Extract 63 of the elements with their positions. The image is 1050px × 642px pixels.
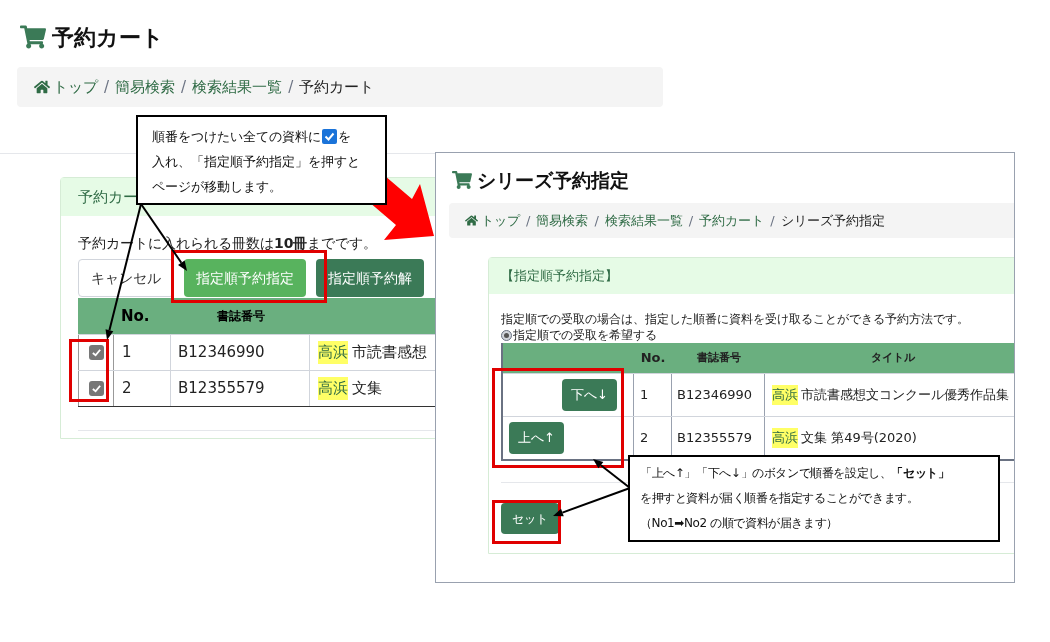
highlight-frame: [492, 500, 561, 544]
breadcrumb-item: シリーズ予約指定: [780, 211, 885, 230]
card-header: 【指定順予約指定】: [489, 258, 1014, 294]
breadcrumb-separator: /: [526, 211, 531, 230]
callout-text: を押すと資料が届く順番を指定することができます。: [640, 490, 919, 507]
row-checkbox[interactable]: [88, 381, 104, 396]
column-header: 書誌番号: [215, 308, 266, 325]
row-checkbox[interactable]: [88, 345, 104, 360]
description-text: 指定順での受取の場合は、指定した順番に資料を受け取ることができる予約方法です。: [501, 311, 970, 327]
breadcrumb-item: 予約カート: [299, 76, 375, 98]
set-button[interactable]: セット: [501, 503, 559, 534]
breadcrumb-item[interactable]: 簡易検索: [115, 75, 176, 99]
radio-label: 指定順での受取を希望する: [513, 327, 657, 344]
table-cell: B12346990: [171, 335, 310, 370]
callout-text: 入れ、「指定順予約指定」を押すと: [152, 153, 360, 171]
checkmark-icon: [90, 347, 102, 358]
cart-icon: [20, 24, 46, 50]
breadcrumb-item[interactable]: 予約カート: [699, 210, 765, 231]
breadcrumb-separator: /: [594, 211, 599, 230]
page-title: 予約カート: [52, 23, 164, 52]
breadcrumb-separator: /: [104, 76, 110, 98]
breadcrumb-item[interactable]: 検索結果一覧: [192, 75, 283, 99]
callout-text: ページが移動します。: [152, 178, 282, 196]
highlight-tag: 高浜: [772, 385, 798, 405]
highlight-tag: 高浜: [318, 341, 348, 364]
breadcrumb-separator: /: [688, 211, 694, 230]
breadcrumb-item[interactable]: 検索結果一覧: [604, 210, 683, 231]
cart-icon: [452, 170, 472, 190]
breadcrumb-item[interactable]: トップ: [465, 210, 520, 231]
breadcrumb-item[interactable]: トップ: [34, 75, 98, 99]
checkbox-icon: [322, 129, 337, 144]
table-cell-text: 市読書感想: [352, 342, 427, 364]
breadcrumb-separator: /: [770, 211, 775, 230]
home-icon: [465, 214, 478, 227]
move-button[interactable]: 下へ↓: [562, 379, 617, 411]
table-cell: B12355579: [171, 371, 310, 406]
highlight-tag: 高浜: [318, 377, 348, 400]
radio-button[interactable]: [501, 329, 512, 341]
move-button[interactable]: 上へ↑: [509, 422, 564, 454]
callout-text: 「上へ↑」「下へ↓」のボタンで順番を設定し、「セット」: [640, 465, 950, 482]
table-cell: 1: [114, 335, 171, 370]
checkmark-icon: [90, 383, 102, 394]
column-header: 書誌番号: [695, 349, 742, 366]
breadcrumb-separator: /: [181, 76, 187, 98]
table-cell-text: 文集: [352, 378, 382, 400]
page-title: シリーズ予約指定: [477, 167, 629, 193]
table-cell: 2: [114, 371, 171, 406]
table-cell: 1: [634, 374, 672, 416]
breadcrumb-item[interactable]: 簡易検索: [536, 210, 589, 231]
column-header: タイトル: [870, 349, 916, 366]
table-cell-text: 市読書感想文コンクール優秀作品集: [801, 386, 1009, 405]
callout-text: を: [338, 128, 351, 146]
column-header: No.: [639, 349, 667, 368]
action-button[interactable]: 指定順予約解: [316, 259, 424, 297]
callout-text: （No1➡No2 の順で資料が届きます）: [640, 515, 838, 532]
column-header: No.: [120, 305, 151, 327]
home-icon: [34, 79, 50, 95]
highlight-frame: [69, 339, 109, 402]
highlight-tag: 高浜: [772, 428, 798, 448]
breadcrumb-separator: /: [288, 76, 294, 98]
callout-text: 順番をつけたい全ての資料に: [152, 128, 321, 146]
table-cell-text: 文集 第49号(2020): [801, 429, 917, 448]
table-cell: B12346990: [672, 374, 765, 416]
